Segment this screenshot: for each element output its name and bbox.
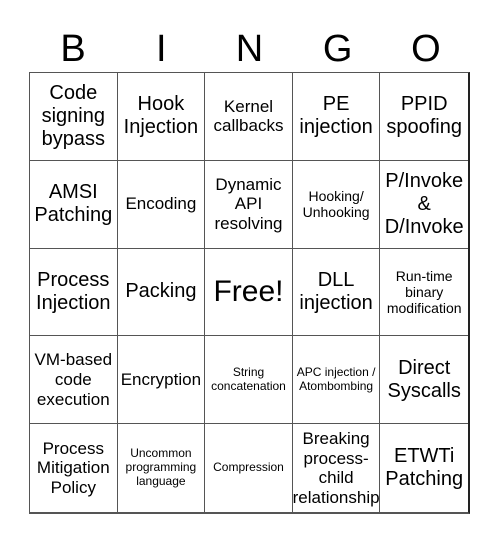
bingo-cell[interactable]: Packing bbox=[117, 248, 206, 337]
cell-label: APC injection / Atombombing bbox=[296, 364, 376, 393]
cell-label: Free! bbox=[213, 274, 284, 308]
bingo-cell[interactable]: Process Injection bbox=[30, 248, 118, 337]
cell-label: Process Injection bbox=[36, 268, 111, 314]
cell-label: Breaking process-child relationship bbox=[292, 429, 380, 507]
bingo-cell[interactable]: Direct Syscalls bbox=[380, 336, 468, 425]
bingo-cell[interactable]: Code signing bypass bbox=[30, 73, 118, 161]
cell-label: Uncommon programming language bbox=[125, 446, 197, 488]
bingo-cell[interactable]: Encoding bbox=[117, 160, 206, 249]
cell-label: Dynamic API resolving bbox=[214, 174, 283, 233]
bingo-cell[interactable]: VM-based code execution bbox=[30, 336, 118, 425]
bingo-cell[interactable]: Kernel callbacks bbox=[205, 73, 293, 161]
cell-label: Encoding bbox=[125, 194, 197, 214]
bingo-cell[interactable]: P/Invoke & D/Invoke bbox=[380, 161, 468, 249]
header-letter-g: G bbox=[322, 28, 353, 70]
bingo-cell[interactable]: Compression bbox=[205, 424, 293, 512]
cell-label: Hook Injection bbox=[123, 93, 199, 139]
header-letter-o: O bbox=[411, 28, 441, 70]
cell-label: Process Mitigation Policy bbox=[36, 438, 110, 497]
bingo-cell[interactable]: Process Mitigation Policy bbox=[30, 424, 118, 512]
bingo-cell[interactable]: Dynamic API resolving bbox=[205, 160, 293, 249]
bingo-cell[interactable]: String concatenation bbox=[205, 336, 293, 425]
bingo-cell[interactable]: DLL injection bbox=[292, 248, 381, 337]
cell-label: Code signing bypass bbox=[41, 81, 105, 150]
cell-label: Direct Syscalls bbox=[387, 356, 461, 402]
bingo-grid: Code signing bypass Hook Injection Kernel … bbox=[29, 72, 470, 514]
bingo-cell[interactable]: AMSI Patching bbox=[30, 160, 118, 249]
header-letter-b: B bbox=[60, 28, 86, 70]
bingo-cell[interactable]: Breaking process-child relationship bbox=[293, 424, 381, 512]
cell-label: Compression bbox=[213, 460, 284, 475]
cell-label: Run-time binary modification bbox=[386, 267, 462, 317]
header-letter-n: N bbox=[235, 28, 264, 70]
cell-label: PE injection bbox=[299, 93, 373, 139]
bingo-cell[interactable]: PE injection bbox=[292, 73, 381, 161]
bingo-cell[interactable]: Run-time binary modification bbox=[380, 249, 468, 337]
cell-label: AMSI Patching bbox=[34, 181, 113, 227]
bingo-cell[interactable]: Uncommon programming language bbox=[118, 424, 206, 512]
bingo-cell[interactable]: Hook Injection bbox=[117, 73, 206, 161]
cell-label: P/Invoke & D/Invoke bbox=[384, 169, 464, 238]
bingo-cell[interactable]: PPID spoofing bbox=[380, 73, 468, 161]
cell-label: Hooking/ Unhooking bbox=[302, 188, 370, 221]
cell-label: Encryption bbox=[120, 370, 202, 390]
cell-label: String concatenation bbox=[211, 364, 286, 393]
bingo-cell[interactable]: ETWTi Patching bbox=[380, 424, 468, 512]
cell-label: ETWTi Patching bbox=[385, 445, 464, 491]
bingo-header: B I N G O bbox=[29, 24, 470, 74]
cell-label: Packing bbox=[125, 280, 197, 303]
cell-label: VM-based code execution bbox=[34, 350, 113, 409]
bingo-cell[interactable]: Encryption bbox=[117, 336, 206, 425]
cell-label: Kernel callbacks bbox=[213, 96, 284, 136]
bingo-cell[interactable]: Hooking/ Unhooking bbox=[292, 160, 381, 249]
header-letter-i: I bbox=[156, 28, 167, 70]
free-space-cell[interactable]: Free! bbox=[205, 248, 293, 337]
cell-label: DLL injection bbox=[299, 268, 373, 314]
bingo-cell[interactable]: APC injection / Atombombing bbox=[292, 336, 381, 425]
cell-label: PPID spoofing bbox=[386, 93, 462, 139]
